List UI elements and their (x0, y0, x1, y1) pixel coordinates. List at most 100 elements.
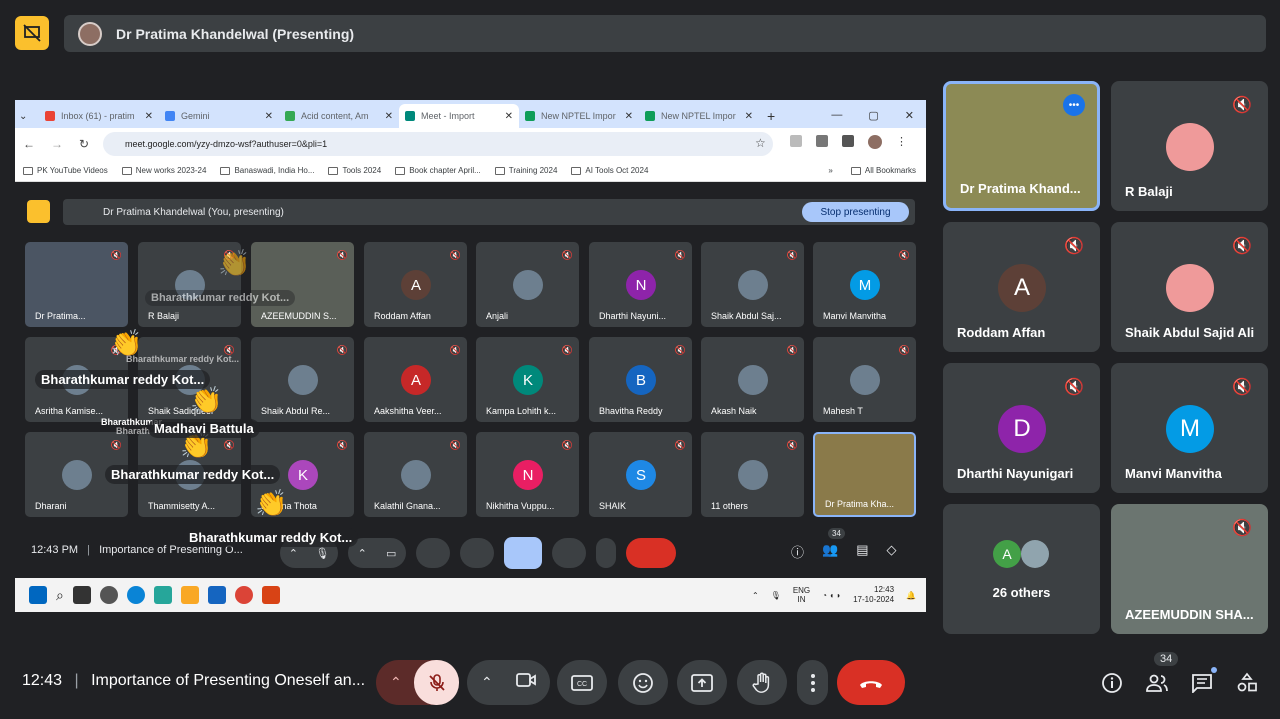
participant-tile[interactable]: 🔇 Mahesh T (813, 337, 916, 422)
wifi-icon[interactable]: ◔ ◖ ◗ (822, 591, 841, 600)
extension-icon[interactable] (790, 135, 802, 147)
participant-tile[interactable]: 🔇 Kalathil Gnana... (364, 432, 467, 517)
close-tab-icon[interactable]: ✕ (265, 111, 273, 122)
browser-tab[interactable]: Meet - Import ✕ (399, 104, 519, 128)
all-bookmarks[interactable]: All Bookmarks (850, 166, 916, 175)
bookmark-item[interactable]: Tools 2024 (328, 166, 381, 175)
participant-tile[interactable]: A 🔇 Aakshitha Veer... (364, 337, 467, 422)
tray-chevron-icon[interactable]: ⌃ (752, 591, 759, 600)
inner-camera-button[interactable]: ⌃ ▭ (348, 538, 406, 568)
close-window-icon[interactable]: ✕ (905, 109, 914, 122)
participant-tile[interactable]: 🔇 R Balaji (1111, 81, 1268, 211)
bookmark-item[interactable]: New works 2023-24 (121, 166, 206, 175)
close-tab-icon[interactable]: ✕ (745, 111, 753, 122)
close-tab-icon[interactable]: ✕ (385, 111, 393, 122)
present-button[interactable] (677, 660, 727, 705)
participant-tile[interactable]: Dr Pratima Kha... (813, 432, 916, 517)
bookmark-item[interactable]: Training 2024 (494, 166, 557, 175)
chrome-icon[interactable] (234, 586, 253, 604)
close-tab-icon[interactable]: ✕ (625, 111, 633, 122)
browser-tab[interactable]: Gemini ✕ (159, 104, 279, 128)
participant-tile[interactable]: A 🔇 Roddam Affan (364, 242, 467, 327)
participant-tile[interactable]: 🔇 Anjali (476, 242, 579, 327)
participant-tile[interactable]: 🔇 11 others (701, 432, 804, 517)
snipping-icon[interactable] (153, 586, 172, 604)
participant-tile[interactable]: ••• Dr Pratima Khand... (943, 81, 1100, 211)
menu-icon[interactable]: ⋮ (896, 135, 907, 149)
activities-button[interactable] (1234, 670, 1260, 696)
camera-button[interactable] (515, 671, 537, 694)
browser-tab[interactable]: Inbox (61) - pratim ✕ (39, 104, 159, 128)
participant-tile[interactable]: N 🔇 Dharthi Nayuni... (589, 242, 692, 327)
unpin-presentation-button[interactable] (15, 16, 49, 50)
minimize-icon[interactable]: — (831, 109, 842, 122)
close-tab-icon[interactable]: ✕ (145, 111, 153, 122)
profile-avatar[interactable] (868, 135, 882, 149)
captions-button[interactable]: CC (557, 660, 607, 705)
taskview-icon[interactable] (72, 586, 91, 604)
forward-icon[interactable]: → (51, 137, 63, 151)
bookmark-item[interactable]: Book chapter April... (395, 166, 481, 175)
file-explorer-icon[interactable] (180, 586, 199, 604)
inner-present-button[interactable] (504, 537, 542, 569)
participant-tile[interactable]: A 26 others (943, 504, 1100, 634)
participant-tile[interactable]: M 🔇 Manvi Manvitha (1111, 363, 1268, 493)
edge-icon[interactable] (126, 586, 145, 604)
back-icon[interactable]: ← (23, 137, 35, 151)
browser-tab[interactable]: New NPTEL Impor ✕ (519, 104, 639, 128)
powerpoint-icon[interactable] (261, 586, 280, 604)
participant-tile[interactable]: S 🔇 SHAIK (589, 432, 692, 517)
leave-call-button[interactable] (837, 660, 905, 705)
participant-tile[interactable]: 🔇 Akash Naik (701, 337, 804, 422)
start-icon[interactable] (29, 586, 47, 604)
people-button[interactable]: 34 (1144, 652, 1179, 696)
camera-options-chevron-icon[interactable]: ⌃ (481, 674, 493, 691)
word-icon[interactable] (207, 586, 226, 604)
inner-activities-icon[interactable]: ◇ (887, 542, 897, 561)
settings-icon[interactable] (99, 586, 118, 604)
search-icon[interactable]: ⌕ (56, 587, 64, 604)
inner-more-button[interactable] (596, 538, 616, 568)
url-field[interactable]: meet.google.com/yzy-dmzo-wsf?authuser=0&… (103, 132, 773, 156)
bookmark-item[interactable]: AI Tools Oct 2024 (571, 166, 648, 175)
reload-icon[interactable]: ↻ (79, 137, 89, 151)
emoji-button[interactable] (618, 660, 668, 705)
participant-tile[interactable]: 🔇 Dr Pratima... (25, 242, 128, 327)
inner-info-icon[interactable]: ⓘ (791, 542, 804, 561)
participant-tile[interactable]: M 🔇 Manvi Manvitha (813, 242, 916, 327)
mic-off-button[interactable] (414, 660, 459, 705)
participant-tile[interactable]: 🔇 AZEEMUDDIN S... (251, 242, 354, 327)
participant-tile[interactable]: B 🔇 Bhavitha Reddy (589, 337, 692, 422)
tab-search-icon[interactable]: ⌄ (19, 111, 39, 122)
participant-tile[interactable]: N 🔇 Nikhitha Vuppu... (476, 432, 579, 517)
new-tab-icon[interactable]: + (767, 108, 775, 124)
inner-captions-button[interactable] (416, 538, 450, 568)
participant-tile[interactable]: 🔇 Shaik Abdul Sajid Ali (1111, 222, 1268, 352)
browser-tab[interactable]: New NPTEL Impor ✕ (639, 104, 759, 128)
bookmark-star-icon[interactable]: ☆ (755, 136, 766, 150)
close-tab-icon[interactable]: ✕ (505, 111, 513, 122)
extension-icon[interactable] (816, 135, 828, 147)
participant-tile[interactable]: 🔇 Shaik Abdul Re... (251, 337, 354, 422)
puzzle-icon[interactable] (842, 135, 854, 147)
inner-leave-button[interactable] (626, 538, 676, 568)
inner-pin-button[interactable] (27, 200, 50, 223)
more-options-button[interactable] (797, 660, 828, 705)
bookmark-item[interactable]: PK YouTube Videos (23, 166, 108, 175)
participant-tile[interactable]: K 🔇 Kampa Lohith k... (476, 337, 579, 422)
inner-chat-icon[interactable]: ▤ (856, 542, 868, 561)
participant-tile[interactable]: 🔇 AZEEMUDDIN SHA... (1111, 504, 1268, 634)
maximize-icon[interactable]: ▢ (868, 109, 878, 122)
participant-tile[interactable]: 🔇 Shaik Abdul Saj... (701, 242, 804, 327)
raise-hand-button[interactable] (737, 660, 787, 705)
bookmark-item[interactable]: Banaswadi, India Ho... (220, 166, 314, 175)
inner-people-icon[interactable]: 👥 34 (822, 528, 845, 561)
stop-presenting-button[interactable]: Stop presenting (802, 202, 909, 222)
mic-options-chevron-icon[interactable]: ⌃ (390, 674, 402, 691)
inner-raise-hand-button[interactable] (552, 538, 586, 568)
browser-tab[interactable]: Acid content, Am ✕ (279, 104, 399, 128)
meeting-details-button[interactable] (1099, 670, 1125, 696)
notification-bell-icon[interactable]: 🔔 (906, 591, 916, 600)
participant-tile[interactable]: A 🔇 Roddam Affan (943, 222, 1100, 352)
chat-button[interactable] (1189, 667, 1217, 696)
